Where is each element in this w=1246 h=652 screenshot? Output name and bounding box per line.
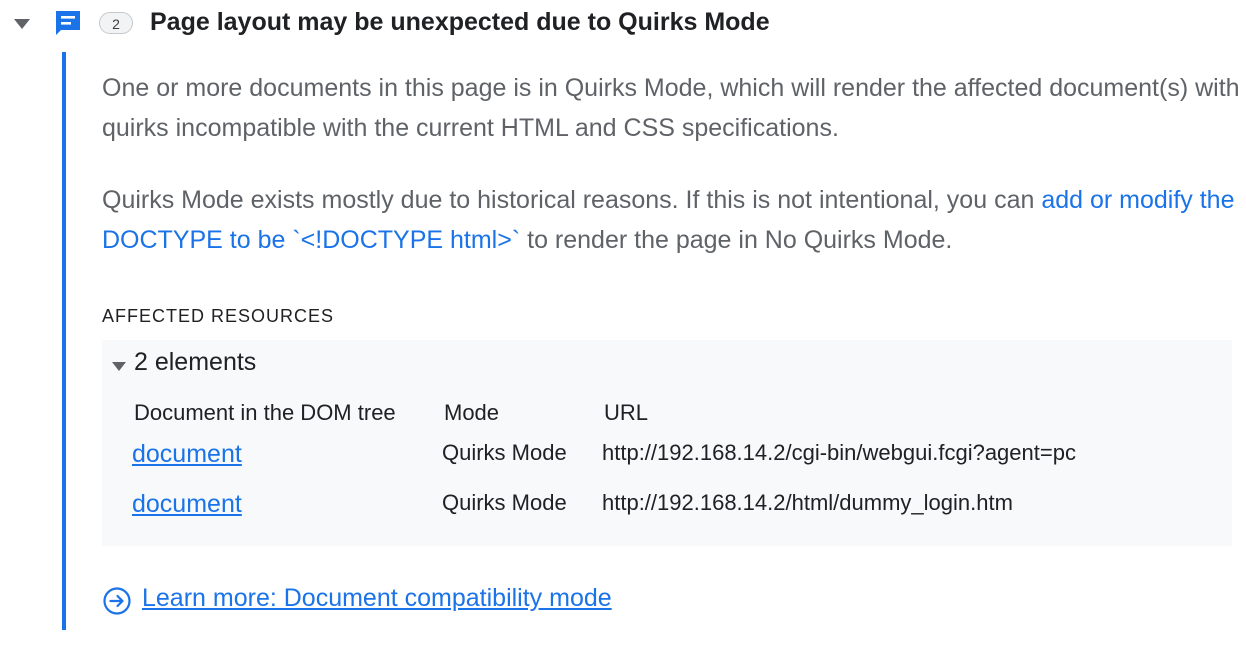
issue-accent-bar [62, 52, 66, 630]
issue-panel: 2 Page layout may be unexpected due to Q… [0, 0, 1246, 652]
affected-resources-panel: 2 elements Document in the DOM tree Mode… [102, 340, 1232, 546]
resources-expand-icon[interactable] [112, 362, 126, 371]
issue-title: Page layout may be unexpected due to Qui… [150, 8, 770, 36]
description-paragraph-2: Quirks Mode exists mostly due to histori… [102, 180, 1242, 260]
paragraph-2-text-after: to render the page in No Quirks Mode. [520, 226, 953, 254]
column-header-mode: Mode [444, 400, 500, 425]
row-2-document-link[interactable]: document [132, 490, 242, 519]
issue-header[interactable]: 2 Page layout may be unexpected due to Q… [0, 0, 1246, 48]
issue-count-badge: 2 [99, 12, 133, 34]
column-header-document: Document in the DOM tree [134, 400, 396, 425]
learn-more-label[interactable]: Learn more: Document compatibility mode [142, 584, 612, 613]
description-paragraph-1: One or more documents in this page is in… [102, 74, 1240, 142]
issue-description: One or more documents in this page is in… [102, 68, 1242, 260]
row-2-mode: Quirks Mode [442, 490, 567, 515]
arrow-circle-right-icon [103, 587, 131, 615]
row-2-url: http://192.168.14.2/html/dummy_login.htm [602, 490, 1013, 515]
row-1-mode: Quirks Mode [442, 440, 567, 465]
paragraph-2-text-before: Quirks Mode exists mostly due to histori… [102, 186, 1042, 214]
row-1-document-link[interactable]: document [132, 440, 242, 469]
affected-resources-heading: AFFECTED RESOURCES [102, 306, 335, 326]
issue-page-icon [56, 11, 80, 35]
collapse-toggle-icon[interactable] [14, 19, 30, 29]
resources-summary[interactable]: 2 elements [134, 348, 256, 377]
row-1-url: http://192.168.14.2/cgi-bin/webgui.fcgi?… [602, 440, 1076, 465]
column-header-url: URL [604, 400, 649, 425]
